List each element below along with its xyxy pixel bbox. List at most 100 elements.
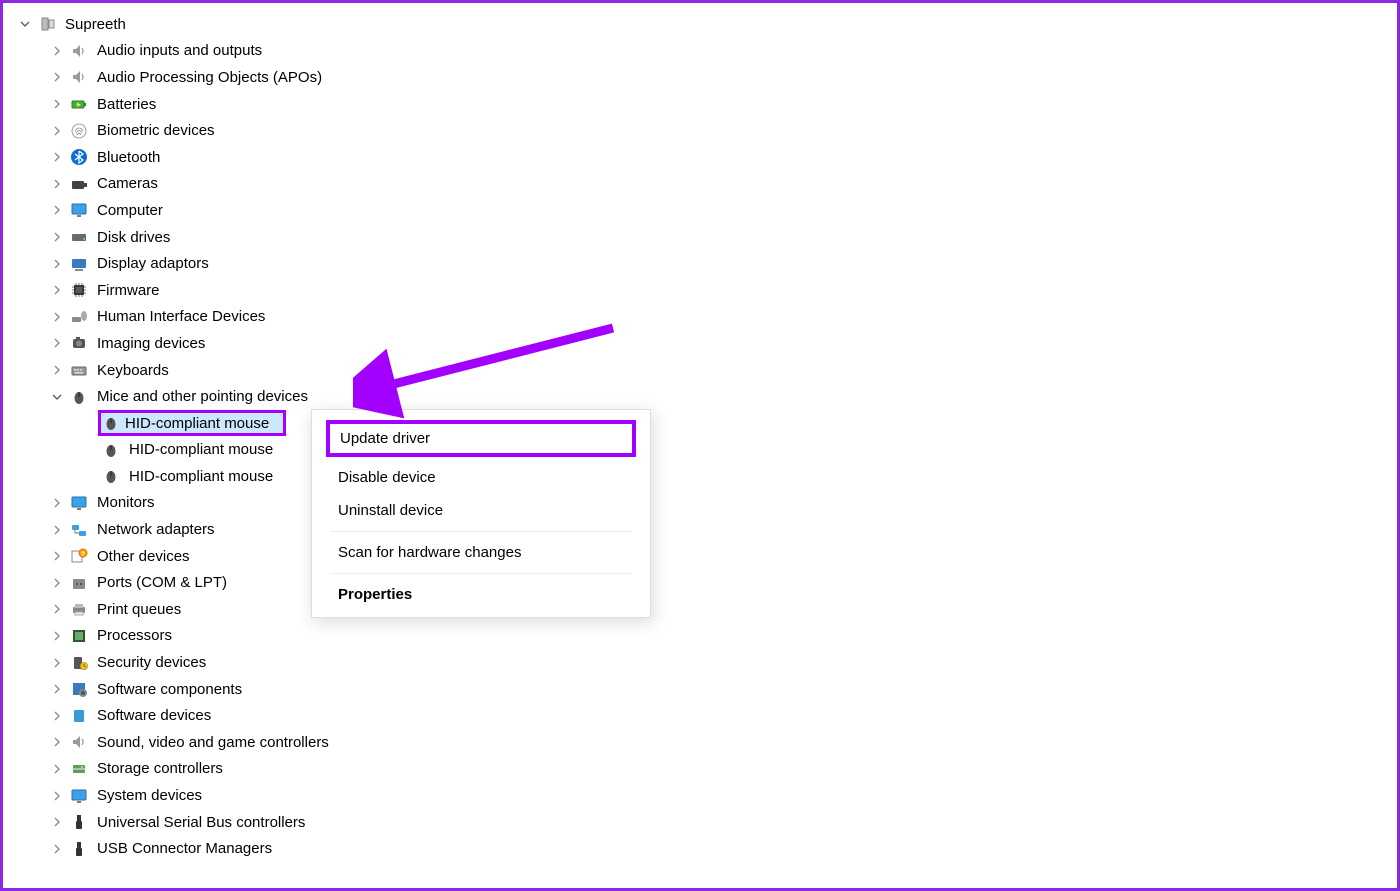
category-usb-connector[interactable]: USB Connector Managers	[7, 835, 1393, 862]
storage-icon	[69, 759, 89, 779]
category-print[interactable]: Print queues	[7, 596, 1393, 623]
category-label: USB Connector Managers	[93, 840, 272, 857]
category-imaging[interactable]: Imaging devices	[7, 330, 1393, 357]
category-label: Bluetooth	[93, 149, 160, 166]
speaker-icon	[69, 67, 89, 87]
menu-properties[interactable]: Properties	[312, 578, 650, 611]
category-mice[interactable]: Mice and other pointing devices	[7, 383, 1393, 410]
usb-icon	[69, 839, 89, 859]
mouse-icon	[101, 466, 121, 486]
category-other[interactable]: Other devices	[7, 543, 1393, 570]
category-label: Display adaptors	[93, 255, 209, 272]
menu-scan-hardware[interactable]: Scan for hardware changes	[312, 536, 650, 569]
chevron-right-icon[interactable]	[49, 176, 65, 192]
software-component-icon	[69, 679, 89, 699]
chevron-right-icon[interactable]	[49, 628, 65, 644]
chevron-right-icon[interactable]	[49, 362, 65, 378]
software-device-icon	[69, 706, 89, 726]
chevron-down-icon[interactable]	[17, 16, 33, 32]
chevron-right-icon[interactable]	[49, 655, 65, 671]
chevron-right-icon[interactable]	[49, 149, 65, 165]
category-keyboards[interactable]: Keyboards	[7, 357, 1393, 384]
camera-icon	[69, 333, 89, 353]
chevron-right-icon[interactable]	[49, 202, 65, 218]
category-network[interactable]: Network adapters	[7, 516, 1393, 543]
chevron-right-icon[interactable]	[49, 708, 65, 724]
category-sw-components[interactable]: Software components	[7, 676, 1393, 703]
menu-item-label: Update driver	[340, 430, 430, 447]
category-monitors[interactable]: Monitors	[7, 490, 1393, 517]
cpu-icon	[69, 626, 89, 646]
chevron-right-icon[interactable]	[49, 123, 65, 139]
chevron-right-icon[interactable]	[49, 256, 65, 272]
chevron-right-icon[interactable]	[49, 734, 65, 750]
category-label: Other devices	[93, 548, 190, 565]
chevron-right-icon[interactable]	[49, 43, 65, 59]
tree-root[interactable]: Supreeth	[7, 11, 1393, 38]
chevron-right-icon[interactable]	[49, 495, 65, 511]
category-usb-controllers[interactable]: Universal Serial Bus controllers	[7, 809, 1393, 836]
device-hid-mouse-3[interactable]: HID-compliant mouse	[7, 463, 1393, 490]
monitor-icon	[69, 200, 89, 220]
chevron-right-icon[interactable]	[49, 761, 65, 777]
chevron-right-icon[interactable]	[49, 282, 65, 298]
hid-icon	[69, 307, 89, 327]
menu-item-label: Scan for hardware changes	[338, 544, 521, 561]
category-computer[interactable]: Computer	[7, 197, 1393, 224]
menu-disable-device[interactable]: Disable device	[312, 461, 650, 494]
category-audio-io[interactable]: Audio inputs and outputs	[7, 38, 1393, 65]
chevron-right-icon[interactable]	[49, 96, 65, 112]
chevron-right-icon[interactable]	[49, 681, 65, 697]
usb-icon	[69, 812, 89, 832]
category-label: Firmware	[93, 282, 160, 299]
chevron-right-icon[interactable]	[49, 814, 65, 830]
category-audio-apo[interactable]: Audio Processing Objects (APOs)	[7, 64, 1393, 91]
category-cameras[interactable]: Cameras	[7, 171, 1393, 198]
category-label: Computer	[93, 202, 163, 219]
fingerprint-icon	[69, 121, 89, 141]
category-bluetooth[interactable]: Bluetooth	[7, 144, 1393, 171]
category-label: Monitors	[93, 494, 155, 511]
chevron-down-icon[interactable]	[49, 389, 65, 405]
root-label: Supreeth	[61, 16, 126, 33]
category-label: Batteries	[93, 96, 156, 113]
chevron-right-icon[interactable]	[49, 522, 65, 538]
category-firmware[interactable]: Firmware	[7, 277, 1393, 304]
category-security[interactable]: Security devices	[7, 649, 1393, 676]
chevron-right-icon[interactable]	[49, 229, 65, 245]
menu-update-driver[interactable]: Update driver	[326, 420, 636, 457]
harddrive-icon	[69, 227, 89, 247]
menu-separator	[330, 531, 632, 532]
category-label: Software devices	[93, 707, 211, 724]
chevron-right-icon[interactable]	[49, 841, 65, 857]
display-icon	[69, 254, 89, 274]
mouse-icon	[101, 440, 121, 460]
category-system[interactable]: System devices	[7, 782, 1393, 809]
category-sw-devices[interactable]: Software devices	[7, 702, 1393, 729]
category-label: Processors	[93, 627, 172, 644]
menu-uninstall-device[interactable]: Uninstall device	[312, 494, 650, 527]
mouse-icon	[101, 413, 121, 433]
battery-icon	[69, 94, 89, 114]
device-hid-mouse-2[interactable]: HID-compliant mouse	[7, 437, 1393, 464]
chevron-right-icon[interactable]	[49, 548, 65, 564]
category-hid[interactable]: Human Interface Devices	[7, 304, 1393, 331]
category-label: Cameras	[93, 175, 158, 192]
category-ports[interactable]: Ports (COM & LPT)	[7, 569, 1393, 596]
category-display[interactable]: Display adaptors	[7, 250, 1393, 277]
category-label: Audio Processing Objects (APOs)	[93, 69, 322, 86]
device-hid-mouse-1[interactable]: HID-compliant mouse	[7, 410, 1393, 437]
chevron-right-icon[interactable]	[49, 309, 65, 325]
chevron-right-icon[interactable]	[49, 601, 65, 617]
category-disk[interactable]: Disk drives	[7, 224, 1393, 251]
chevron-right-icon[interactable]	[49, 335, 65, 351]
category-processors[interactable]: Processors	[7, 623, 1393, 650]
chevron-right-icon[interactable]	[49, 788, 65, 804]
chevron-right-icon[interactable]	[49, 69, 65, 85]
chevron-right-icon[interactable]	[49, 575, 65, 591]
category-storage[interactable]: Storage controllers	[7, 756, 1393, 783]
category-sound[interactable]: Sound, video and game controllers	[7, 729, 1393, 756]
category-batteries[interactable]: Batteries	[7, 91, 1393, 118]
category-biometric[interactable]: Biometric devices	[7, 117, 1393, 144]
printer-icon	[69, 599, 89, 619]
